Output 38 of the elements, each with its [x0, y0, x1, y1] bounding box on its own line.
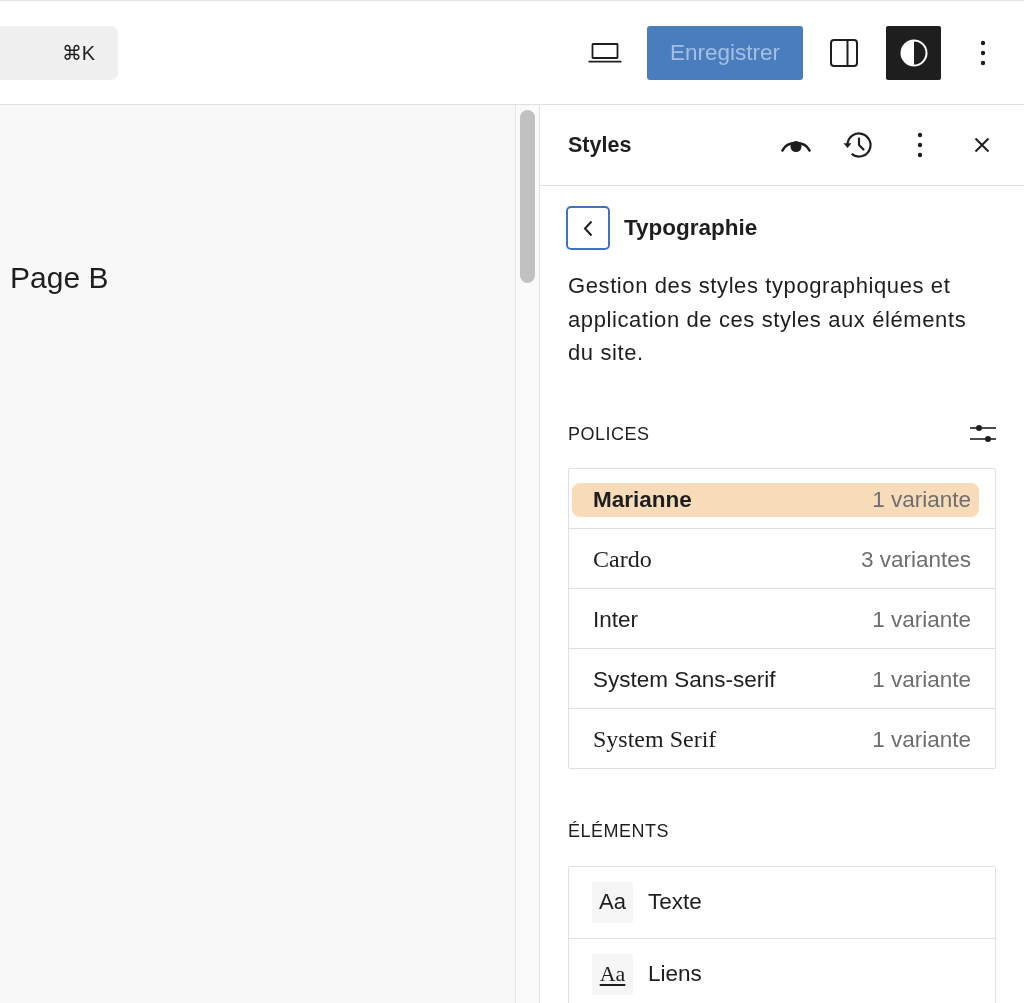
element-label: Texte [648, 889, 702, 915]
font-name: System Sans-serif [593, 666, 776, 693]
sliders-icon [970, 424, 996, 443]
styles-toggle-button[interactable] [886, 25, 941, 80]
contrast-icon [899, 38, 928, 67]
type-sample: Aa [592, 881, 633, 923]
section-title: Typographie [624, 215, 758, 241]
section-description: Gestion des styles typographiques et application de ces styles aux éléments du site. [568, 272, 968, 367]
font-name: Marianne [593, 486, 692, 513]
font-family-item[interactable]: Marianne 1 variante [572, 482, 979, 517]
type-sample: Aa [592, 953, 633, 995]
variant-count: 1 variante [872, 666, 971, 693]
section-heading: POLICES [568, 422, 650, 446]
font-family-item[interactable]: Cardo 3 variantes [572, 542, 979, 577]
panel-title: Styles [568, 132, 633, 158]
sidebar-icon [830, 38, 858, 67]
more-options-icon [917, 132, 923, 158]
font-name: System Serif [593, 726, 717, 753]
back-button[interactable] [566, 206, 610, 250]
font-family-item[interactable]: System Serif 1 variante [572, 722, 979, 757]
scrollbar-thumb[interactable] [520, 110, 535, 283]
more-options-icon [980, 39, 986, 66]
font-name: Inter [593, 606, 639, 633]
variant-count: 1 variante [872, 486, 971, 513]
variant-count: 3 variantes [860, 546, 971, 573]
variant-count: 1 variante [872, 726, 971, 753]
font-family-item[interactable]: Inter 1 variante [572, 602, 979, 637]
page-title: Page B [10, 261, 110, 295]
font-name: Cardo [593, 546, 652, 573]
chevron-left-icon [583, 219, 593, 237]
command-palette-button[interactable]: ⌘K [0, 25, 118, 80]
close-icon [974, 137, 990, 153]
laptop-icon [588, 42, 622, 63]
history-icon [843, 131, 873, 159]
section-heading: ÉLÉMENTS [568, 819, 670, 843]
font-family-item[interactable]: System Sans-serif 1 variante [572, 662, 979, 697]
element-label: Liens [648, 961, 702, 987]
variant-count: 1 variante [872, 606, 971, 633]
